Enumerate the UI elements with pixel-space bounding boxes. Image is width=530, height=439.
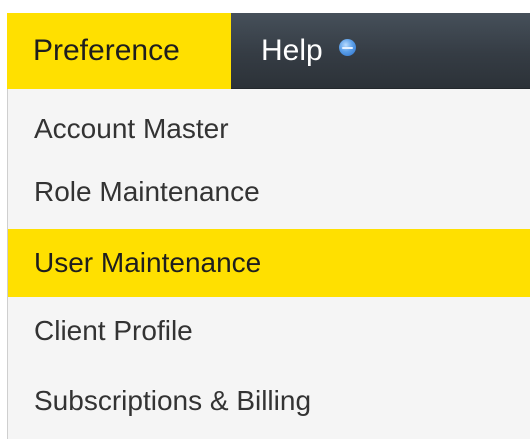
nav-item-preference-label: Preference: [33, 34, 180, 67]
menu-item-label: Subscriptions & Billing: [34, 385, 312, 416]
menu-item-account-master[interactable]: Account Master: [8, 95, 530, 163]
top-navbar: Preference Help: [7, 13, 530, 89]
nav-item-help-label: Help: [261, 34, 323, 67]
menu-item-user-maintenance[interactable]: User Maintenance: [8, 229, 530, 297]
menu-item-client-profile[interactable]: Client Profile: [8, 297, 530, 365]
menu-item-subscriptions-billing[interactable]: Subscriptions & Billing: [8, 367, 530, 435]
preference-dropdown-menu: Account Master Role Maintenance User Mai…: [7, 89, 530, 439]
minus-circle-icon: [338, 38, 356, 56]
app-screen: Preference Help Account Master Role Main…: [0, 0, 530, 439]
menu-item-label: Role Maintenance: [34, 176, 260, 207]
menu-item-label: User Maintenance: [34, 247, 262, 278]
nav-item-help[interactable]: Help: [231, 13, 356, 89]
menu-item-label: Account Master: [34, 113, 229, 144]
menu-item-label: Client Profile: [34, 315, 193, 346]
menu-item-role-maintenance[interactable]: Role Maintenance: [8, 158, 530, 226]
nav-item-preference[interactable]: Preference: [7, 13, 231, 89]
